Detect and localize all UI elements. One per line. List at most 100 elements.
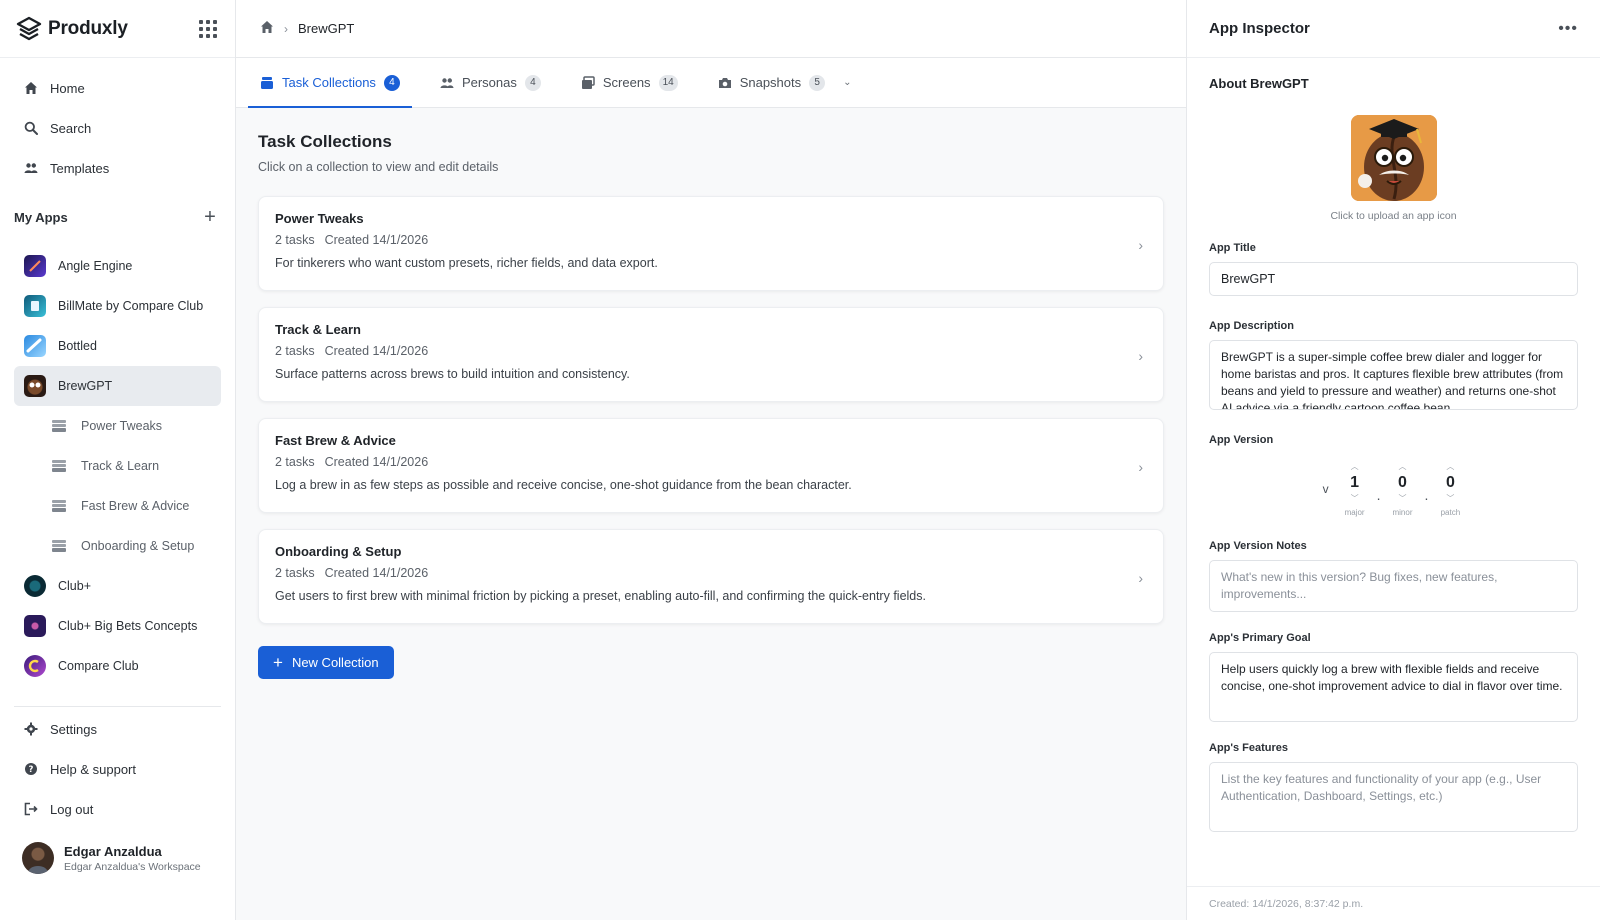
chevron-right-icon: › <box>284 21 288 36</box>
chevron-up-icon[interactable]: ︿ <box>1351 462 1359 472</box>
more-options-icon[interactable]: ••• <box>1558 20 1578 38</box>
app-title-input[interactable]: BrewGPT <box>1209 262 1578 296</box>
app-label: BrewGPT <box>58 379 113 393</box>
app-item-compare-club[interactable]: Compare Club <box>14 646 221 686</box>
task-count: 2 tasks <box>275 455 315 469</box>
version-major-value[interactable]: 1 <box>1350 472 1359 494</box>
nav-item-templates[interactable]: Templates <box>14 148 221 188</box>
sidebar: Produxly Home Search Templates My Apps +… <box>0 0 236 920</box>
new-collection-label: New Collection <box>291 655 379 670</box>
version-major-caption: major <box>1344 507 1365 517</box>
plus-icon: + <box>273 653 283 672</box>
chevron-up-icon[interactable]: ︿ <box>1399 462 1407 472</box>
new-collection-button[interactable]: + New Collection <box>258 646 394 679</box>
version-notes-textarea[interactable]: What's new in this version? Bug fixes, n… <box>1209 560 1578 612</box>
nav-item-settings[interactable]: Settings <box>14 709 221 749</box>
created-date: Created 14/1/2026 <box>324 566 429 580</box>
people-icon <box>440 77 454 88</box>
user-profile[interactable]: Edgar Anzaldua Edgar Anzaldua's Workspac… <box>22 842 225 874</box>
avatar <box>22 842 54 874</box>
version-separator: . <box>1424 487 1429 503</box>
sub-item-power-tweaks[interactable]: Power Tweaks <box>14 406 221 446</box>
task-count: 2 tasks <box>275 566 315 580</box>
collection-meta: 2 tasks Created 14/1/2026 <box>275 233 1147 247</box>
app-label: Bottled <box>58 339 97 353</box>
chevron-down-icon[interactable]: ﹀ <box>1351 494 1359 504</box>
version-patch-value[interactable]: 0 <box>1446 472 1455 494</box>
tab-label: Task Collections <box>282 75 376 90</box>
task-count: 2 tasks <box>275 344 315 358</box>
features-textarea[interactable]: List the key features and functionality … <box>1209 762 1578 832</box>
version-minor: ︿ 0 ﹀ minor <box>1389 462 1417 517</box>
nav-item-help[interactable]: ? Help & support <box>14 749 221 789</box>
user-workspace: Edgar Anzaldua's Workspace <box>64 860 201 873</box>
collections-content: Task Collections Click on a collection t… <box>236 108 1186 679</box>
chevron-down-icon[interactable]: ﹀ <box>1446 494 1454 504</box>
chevron-up-icon[interactable]: ︿ <box>1446 462 1454 472</box>
tab-personas[interactable]: Personas 4 <box>428 58 553 107</box>
collection-description: Get users to first brew with minimal fri… <box>275 589 926 603</box>
field-label: App's Primary Goal <box>1209 632 1311 644</box>
version-minor-caption: minor <box>1392 507 1413 517</box>
app-item-billmate[interactable]: BillMate by Compare Club <box>14 286 221 326</box>
plus-icon[interactable]: + <box>199 207 221 227</box>
collection-title: Onboarding & Setup <box>275 544 402 559</box>
chevron-down-icon[interactable]: ﹀ <box>1399 494 1407 504</box>
app-item-brewgpt[interactable]: BrewGPT <box>14 366 221 406</box>
nav-label: Log out <box>50 801 94 817</box>
app-item-club-plus[interactable]: Club+ <box>14 566 221 606</box>
grid-icon[interactable] <box>197 18 219 40</box>
version-picker: v ︿ 1 ﹀ major . ︿ 0 ﹀ minor . ︿ 0 ﹀ patc… <box>1209 454 1578 524</box>
version-minor-value[interactable]: 0 <box>1398 472 1407 494</box>
app-label: Compare Club <box>58 659 139 673</box>
bean-mascot-icon[interactable] <box>1350 115 1437 201</box>
nav-item-home[interactable]: Home <box>14 68 221 108</box>
svg-text:?: ? <box>29 765 34 775</box>
collection-list: Power Tweaks 2 tasks Created 14/1/2026 Fo… <box>258 196 1164 624</box>
app-list: Angle Engine BillMate by Compare Club Bo… <box>14 246 221 706</box>
about-heading: About BrewGPT <box>1209 76 1309 91</box>
collection-title: Power Tweaks <box>275 211 364 226</box>
collection-card[interactable]: Power Tweaks 2 tasks Created 14/1/2026 Fo… <box>258 196 1164 291</box>
collection-icon <box>52 540 66 552</box>
sub-item-label: Onboarding & Setup <box>81 539 195 553</box>
collection-card[interactable]: Fast Brew & Advice 2 tasks Created 14/1/2… <box>258 418 1164 513</box>
sub-item-label: Power Tweaks <box>81 419 163 433</box>
sub-item-onboarding[interactable]: Onboarding & Setup <box>14 526 221 566</box>
app-label: BillMate by Compare Club <box>58 299 204 313</box>
app-item-bottled[interactable]: Bottled <box>14 326 221 366</box>
my-apps-header: My Apps + <box>0 202 235 232</box>
chevron-down-icon[interactable]: ⌄ <box>843 77 851 88</box>
collection-card[interactable]: Track & Learn 2 tasks Created 14/1/2026 S… <box>258 307 1164 402</box>
chevron-right-icon: › <box>1138 237 1143 253</box>
app-item-club-plus-big-bets[interactable]: Club+ Big Bets Concepts <box>14 606 221 646</box>
sub-item-track-learn[interactable]: Track & Learn <box>14 446 221 486</box>
nav-item-logout[interactable]: Log out <box>14 789 221 829</box>
nav-label: Help & support <box>50 761 136 777</box>
tab-count-badge: 5 <box>809 74 826 91</box>
collection-icon <box>52 420 66 432</box>
tab-screens[interactable]: Screens 14 <box>569 58 690 107</box>
breadcrumb-current[interactable]: BrewGPT <box>298 21 354 36</box>
tab-bar: Task Collections 4 Personas 4 Screens 14… <box>236 58 1186 108</box>
created-date: Created 14/1/2026 <box>324 344 429 358</box>
primary-goal-textarea[interactable]: Help users quickly log a brew with flexi… <box>1209 652 1578 722</box>
bottom-nav: Settings ? Help & support Log out <box>14 706 221 829</box>
sub-item-fast-brew[interactable]: Fast Brew & Advice <box>14 486 221 526</box>
app-description-textarea[interactable]: BrewGPT is a super-simple coffee brew di… <box>1209 340 1578 410</box>
collection-meta: 2 tasks Created 14/1/2026 <box>275 566 1147 580</box>
nav-item-search[interactable]: Search <box>14 108 221 148</box>
app-item-angle-engine[interactable]: Angle Engine <box>14 246 221 286</box>
tab-task-collections[interactable]: Task Collections 4 <box>248 58 412 108</box>
collection-card[interactable]: Onboarding & Setup 2 tasks Created 14/1/2… <box>258 529 1164 624</box>
app-label: Club+ <box>58 579 92 593</box>
version-prefix: v <box>1322 482 1329 496</box>
chevron-right-icon: › <box>1138 570 1143 586</box>
home-icon[interactable] <box>260 20 274 37</box>
app-icon <box>24 375 46 397</box>
tab-snapshots[interactable]: Snapshots 5 ⌄ <box>706 58 864 107</box>
tab-label: Screens <box>602 75 651 90</box>
app-inspector: App Inspector ••• About BrewGPT Click to… <box>1186 0 1600 920</box>
page-subtitle: Click on a collection to view and edit d… <box>258 160 499 174</box>
inspector-title: App Inspector <box>1209 20 1310 37</box>
